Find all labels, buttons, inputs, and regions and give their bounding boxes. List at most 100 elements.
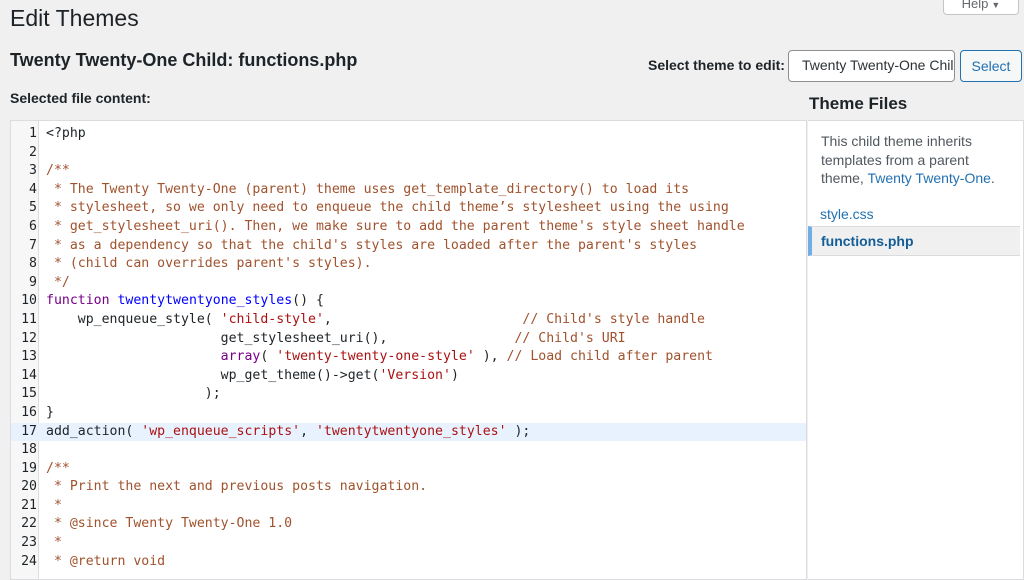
- selected-file-content-label: Selected file content:: [10, 90, 151, 106]
- line-number: 22: [21, 516, 37, 532]
- code-token: * (child can overrides parent's styles).: [46, 256, 372, 272]
- code-line[interactable]: 20 * Print the next and previous posts n…: [11, 478, 806, 497]
- code-line[interactable]: 2: [11, 144, 806, 163]
- line-text: /**: [46, 460, 70, 479]
- line-number: 11: [21, 311, 37, 327]
- file-heading: Twenty Twenty-One Child: functions.php: [10, 50, 358, 70]
- code-line[interactable]: 8 * (child can overrides parent's styles…: [11, 255, 806, 274]
- code-token: twentytwentyone_styles: [117, 293, 293, 309]
- code-line[interactable]: 7 * as a dependency so that the child's …: [11, 237, 806, 256]
- line-text: * get_stylesheet_uri(). Then, we make su…: [46, 218, 745, 237]
- theme-select[interactable]: Twenty Twenty-One Child: [788, 50, 955, 82]
- code-line[interactable]: 1 <?php: [11, 125, 806, 144]
- code-line[interactable]: 9 */: [11, 274, 806, 293]
- line-text: * @return void: [46, 553, 165, 572]
- code-token: * stylesheet, so we only need to enqueue…: [46, 200, 729, 216]
- code-line[interactable]: 15 );: [11, 385, 806, 404]
- code-line[interactable]: 4 * The Twenty Twenty-One (parent) theme…: [11, 181, 806, 200]
- code-token: );: [46, 386, 221, 402]
- code-line[interactable]: 22 * @since Twenty Twenty-One 1.0: [11, 515, 806, 534]
- code-token: * get_stylesheet_uri(). Then, we make su…: [46, 218, 745, 234]
- code-line[interactable]: 21 *: [11, 497, 806, 516]
- code-line[interactable]: 6 * get_stylesheet_uri(). Then, we make …: [11, 218, 806, 237]
- line-text: *: [46, 497, 62, 516]
- line-text: wp_enqueue_style( 'child-style', // Chil…: [46, 311, 705, 330]
- line-text: }: [46, 404, 54, 423]
- page-title: Edit Themes: [10, 5, 139, 31]
- code-token: ,: [300, 423, 316, 439]
- code-line[interactable]: 11 wp_enqueue_style( 'child-style', // C…: [11, 311, 806, 330]
- code-line[interactable]: 16}: [11, 404, 806, 423]
- inherit-note-suffix: .: [990, 170, 995, 186]
- theme-select-value: Twenty Twenty-One Child: [802, 57, 955, 73]
- code-token: function: [46, 293, 110, 309]
- line-text: add_action( 'wp_enqueue_scripts', 'twent…: [46, 423, 530, 442]
- code-token: ,: [323, 311, 523, 327]
- help-button[interactable]: Help ▼: [943, 0, 1019, 15]
- file-link-functions-php-label: functions.php: [821, 233, 914, 249]
- code-token: (: [260, 349, 277, 365]
- caret-down-icon: ▼: [991, 0, 1001, 10]
- code-line[interactable]: 19 /**: [11, 460, 806, 479]
- code-line[interactable]: 5 * stylesheet, so we only need to enque…: [11, 199, 806, 218]
- code-token: *: [46, 497, 62, 513]
- line-text: wp_get_theme()->get('Version'): [46, 367, 459, 386]
- line-text: get_stylesheet_uri(), // Child's URI: [46, 330, 626, 349]
- theme-files-title: Theme Files: [809, 94, 908, 113]
- line-number: 19: [21, 460, 37, 476]
- code-line[interactable]: 23 *: [11, 534, 806, 553]
- line-text: */: [46, 274, 70, 293]
- code-token: * Print the next and previous posts navi…: [46, 479, 428, 495]
- code-token: 'Version': [379, 367, 451, 383]
- code-token: () {: [292, 293, 324, 309]
- line-number: 24: [21, 553, 37, 569]
- code-token: get_stylesheet_uri(),: [46, 330, 515, 346]
- code-token: /**: [46, 460, 70, 476]
- code-token: /**: [46, 163, 70, 179]
- code-lines[interactable]: 1 <?php 2 3 /** 4 * The Twenty Twenty-One (pa…: [11, 125, 806, 571]
- code-token: * as a dependency so that the child's st…: [46, 237, 698, 253]
- line-number: 6: [29, 218, 37, 234]
- code-token: // Child's style handle: [522, 311, 706, 327]
- line-number: 21: [21, 497, 37, 513]
- code-line[interactable]: 17 add_action( 'wp_enqueue_scripts', 'twe…: [11, 422, 806, 442]
- line-text: );: [46, 385, 221, 404]
- line-text: * Print the next and previous posts navi…: [46, 478, 427, 497]
- code-token: 'twentytwentyone_styles': [315, 423, 507, 439]
- select-button[interactable]: Select: [960, 50, 1022, 82]
- line-number: 20: [21, 479, 37, 495]
- code-token: *: [46, 535, 62, 551]
- line-number: 2: [29, 144, 37, 160]
- line-text: *: [46, 534, 62, 553]
- code-line[interactable]: 18: [11, 441, 806, 460]
- line-number: 1: [29, 126, 37, 141]
- code-line[interactable]: 3 /**: [11, 162, 806, 181]
- line-text: * The Twenty Twenty-One (parent) theme u…: [46, 181, 689, 200]
- line-number: 13: [21, 349, 37, 365]
- code-token: * @since Twenty Twenty-One 1.0: [46, 516, 293, 532]
- file-link-functions-php[interactable]: functions.php: [808, 226, 1020, 256]
- inherit-note: This child theme inherits templates from…: [821, 132, 1011, 188]
- line-number: 18: [21, 442, 37, 458]
- line-number: 3: [29, 163, 37, 179]
- code-line[interactable]: 12 get_stylesheet_uri(), // Child's URI: [11, 330, 806, 349]
- code-token: */: [46, 274, 70, 290]
- code-token: wp_get_theme()->get(: [46, 367, 380, 383]
- code-token: // Child's URI: [514, 330, 626, 346]
- select-theme-label: Select theme to edit:: [648, 57, 785, 73]
- code-editor[interactable]: 1 <?php 2 3 /** 4 * The Twenty Twenty-One (pa…: [10, 120, 807, 580]
- file-link-style-css[interactable]: style.css: [820, 206, 874, 222]
- line-text: function twentytwentyone_styles() {: [46, 292, 324, 311]
- code-token: ),: [474, 349, 507, 365]
- code-line[interactable]: 24 * @return void: [11, 553, 806, 572]
- line-text: * stylesheet, so we only need to enqueue…: [46, 199, 729, 218]
- parent-theme-link[interactable]: Twenty Twenty-One: [867, 170, 990, 186]
- code-line[interactable]: 14 wp_get_theme()->get('Version'): [11, 367, 806, 386]
- line-number: 10: [21, 293, 37, 309]
- code-line[interactable]: 13 array( 'twenty-twenty-one-style' ), /…: [11, 348, 806, 367]
- code-token: array: [220, 349, 261, 365]
- line-number: 14: [21, 367, 37, 383]
- code-line[interactable]: 10 function twentytwentyone_styles() {: [11, 292, 806, 311]
- line-text: * @since Twenty Twenty-One 1.0: [46, 515, 292, 534]
